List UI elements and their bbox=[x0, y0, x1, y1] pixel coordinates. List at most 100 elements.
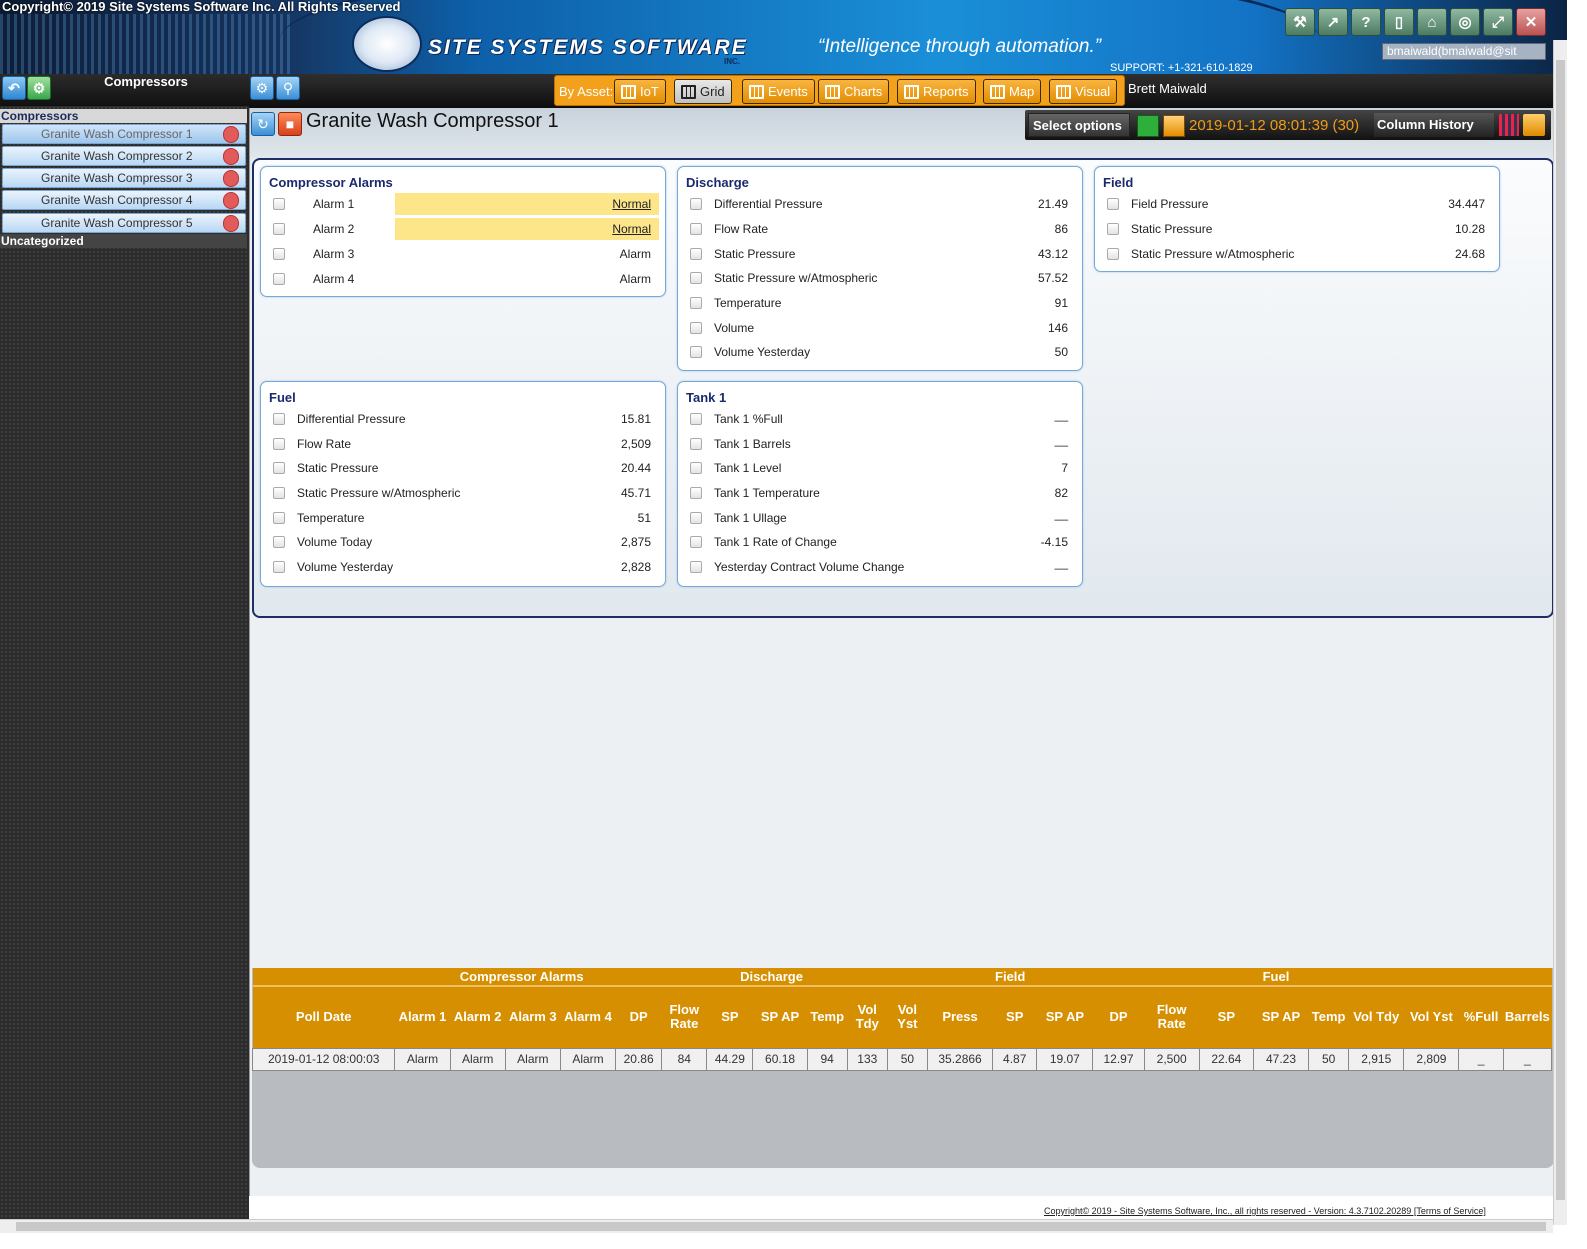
cube-icon[interactable]: ■ bbox=[278, 112, 302, 136]
column-header[interactable]: Alarm 3 bbox=[505, 985, 561, 1048]
column-history-dropdown[interactable]: Column History bbox=[1374, 113, 1494, 137]
row-checkbox[interactable] bbox=[690, 272, 702, 284]
row-checkbox[interactable] bbox=[273, 512, 285, 524]
column-header[interactable]: SP AP bbox=[1036, 985, 1093, 1048]
row-checkbox[interactable] bbox=[690, 413, 702, 425]
gear-icon[interactable]: ⚙ bbox=[250, 76, 274, 100]
user-account-select[interactable]: bmaiwald(bmaiwald@sit bbox=[1382, 43, 1546, 60]
row-checkbox[interactable] bbox=[690, 462, 702, 474]
row-checkbox[interactable] bbox=[690, 487, 702, 499]
table-cell: 84 bbox=[661, 1047, 708, 1071]
row-checkbox[interactable] bbox=[1107, 198, 1119, 210]
row-checkbox[interactable] bbox=[273, 223, 285, 235]
row-checkbox[interactable] bbox=[273, 413, 285, 425]
row-checkbox[interactable] bbox=[690, 561, 702, 573]
column-header[interactable]: DP bbox=[1092, 985, 1145, 1048]
column-header[interactable]: Alarm 4 bbox=[560, 985, 616, 1048]
column-header[interactable]: Press bbox=[927, 985, 993, 1048]
table-row[interactable]: 2019-01-12 08:00:03 Alarm Alarm Alarm Al… bbox=[251, 1047, 1553, 1071]
home-icon[interactable]: ⌂ bbox=[1417, 8, 1447, 36]
expand-icon[interactable]: ⤢ bbox=[1483, 8, 1513, 36]
column-header[interactable]: Flow Rate bbox=[661, 985, 707, 1048]
search-icon[interactable]: ⚲ bbox=[276, 76, 300, 100]
column-header[interactable]: DP bbox=[615, 985, 662, 1048]
sidebar-item-compressor-5[interactable]: Granite Wash Compressor 5 bbox=[2, 213, 246, 233]
footer-copyright-link[interactable]: Copyright© 2019 - Site Systems Software,… bbox=[1044, 1206, 1552, 1216]
tab-iot[interactable]: IoT bbox=[614, 79, 666, 104]
row-checkbox[interactable] bbox=[1107, 223, 1119, 235]
chart-trend-icon[interactable]: ↗ bbox=[1318, 8, 1348, 36]
select-options-dropdown[interactable]: Select options bbox=[1028, 113, 1130, 137]
help-icon[interactable]: ? bbox=[1351, 8, 1381, 36]
column-header[interactable]: Temp bbox=[807, 985, 848, 1048]
row-checkbox[interactable] bbox=[690, 248, 702, 260]
tab-reports[interactable]: Reports bbox=[897, 79, 976, 104]
row-checkbox[interactable] bbox=[690, 346, 702, 358]
column-header[interactable]: Temp bbox=[1308, 985, 1349, 1048]
tab-visual[interactable]: Visual bbox=[1049, 79, 1118, 104]
back-icon[interactable]: ↶ bbox=[2, 76, 26, 100]
row-checkbox[interactable] bbox=[690, 438, 702, 450]
tools-icon[interactable]: ⚒ bbox=[1285, 8, 1315, 36]
column-header[interactable]: Vol Yst bbox=[887, 985, 928, 1048]
status-green-icon[interactable] bbox=[1137, 115, 1159, 137]
row-checkbox[interactable] bbox=[273, 462, 285, 474]
row-checkbox[interactable] bbox=[690, 198, 702, 210]
sidebar-group-compressors[interactable]: Compressors bbox=[0, 109, 247, 123]
column-header[interactable]: SP AP bbox=[752, 985, 808, 1048]
row-value: 57.52 bbox=[1037, 271, 1068, 285]
row-checkbox[interactable] bbox=[690, 322, 702, 334]
row-checkbox[interactable] bbox=[1107, 248, 1119, 260]
row-checkbox[interactable] bbox=[273, 561, 285, 573]
row-checkbox[interactable] bbox=[273, 487, 285, 499]
row-checkbox[interactable] bbox=[690, 297, 702, 309]
row-value[interactable]: Normal bbox=[612, 218, 651, 240]
column-header[interactable]: SP bbox=[1199, 985, 1254, 1048]
scrollbar-thumb[interactable] bbox=[16, 1222, 1546, 1231]
column-header[interactable]: Vol Yst bbox=[1403, 985, 1459, 1048]
tab-charts[interactable]: Charts bbox=[818, 79, 890, 104]
tab-map[interactable]: Map bbox=[983, 79, 1042, 104]
sidebar-item-compressor-2[interactable]: Granite Wash Compressor 2 bbox=[2, 146, 246, 166]
column-header[interactable]: Vol Tdy bbox=[847, 985, 888, 1048]
target-icon[interactable]: ◎ bbox=[1450, 8, 1480, 36]
vertical-scrollbar[interactable] bbox=[1553, 40, 1567, 1225]
column-header[interactable]: %Full bbox=[1458, 985, 1504, 1048]
mobile-icon[interactable]: ▯ bbox=[1384, 8, 1414, 36]
tab-events[interactable]: Events bbox=[742, 79, 815, 104]
column-header[interactable]: Poll Date bbox=[252, 985, 395, 1048]
close-icon[interactable]: ✕ bbox=[1516, 8, 1546, 36]
column-header[interactable]: Vol Tdy bbox=[1348, 985, 1404, 1048]
column-header[interactable]: SP bbox=[706, 985, 753, 1048]
sidebar-group-uncategorized[interactable]: Uncategorized bbox=[0, 234, 247, 248]
sidebar-item-compressor-3[interactable]: Granite Wash Compressor 3 bbox=[2, 168, 246, 188]
bar-chart-icon[interactable] bbox=[1499, 114, 1519, 136]
column-header[interactable]: SP AP bbox=[1253, 985, 1309, 1048]
row-checkbox[interactable] bbox=[273, 198, 285, 210]
row-label: Tank 1 %Full bbox=[714, 412, 783, 426]
package-icon[interactable] bbox=[1523, 114, 1545, 136]
column-header[interactable]: SP bbox=[992, 985, 1037, 1048]
row-checkbox[interactable] bbox=[690, 536, 702, 548]
column-header[interactable]: Alarm 1 bbox=[394, 985, 451, 1048]
sidebar-item-compressor-4[interactable]: Granite Wash Compressor 4 bbox=[2, 190, 246, 210]
tab-grid[interactable]: Grid bbox=[674, 79, 732, 104]
sidebar: ↶ ⚙ Compressors Compressors Granite Wash… bbox=[0, 74, 249, 1219]
row-value[interactable]: Normal bbox=[612, 193, 651, 215]
column-header[interactable]: Flow Rate bbox=[1144, 985, 1200, 1048]
row-checkbox[interactable] bbox=[273, 273, 285, 285]
calendar-icon[interactable] bbox=[1163, 115, 1185, 137]
row-checkbox[interactable] bbox=[690, 223, 702, 235]
scrollbar-thumb[interactable] bbox=[1556, 60, 1565, 1200]
sidebar-item-compressor-1[interactable]: Granite Wash Compressor 1 bbox=[2, 124, 246, 144]
refresh-icon[interactable]: ↻ bbox=[251, 112, 275, 136]
settings-icon[interactable]: ⚙ bbox=[27, 76, 51, 100]
row-checkbox[interactable] bbox=[273, 536, 285, 548]
horizontal-scrollbar[interactable] bbox=[0, 1219, 1553, 1233]
row-checkbox[interactable] bbox=[273, 248, 285, 260]
column-header[interactable]: Barrels bbox=[1503, 985, 1552, 1048]
row-checkbox[interactable] bbox=[690, 512, 702, 524]
column-header[interactable]: Alarm 2 bbox=[450, 985, 506, 1048]
table-cell: 47.23 bbox=[1252, 1047, 1310, 1071]
row-checkbox[interactable] bbox=[273, 438, 285, 450]
